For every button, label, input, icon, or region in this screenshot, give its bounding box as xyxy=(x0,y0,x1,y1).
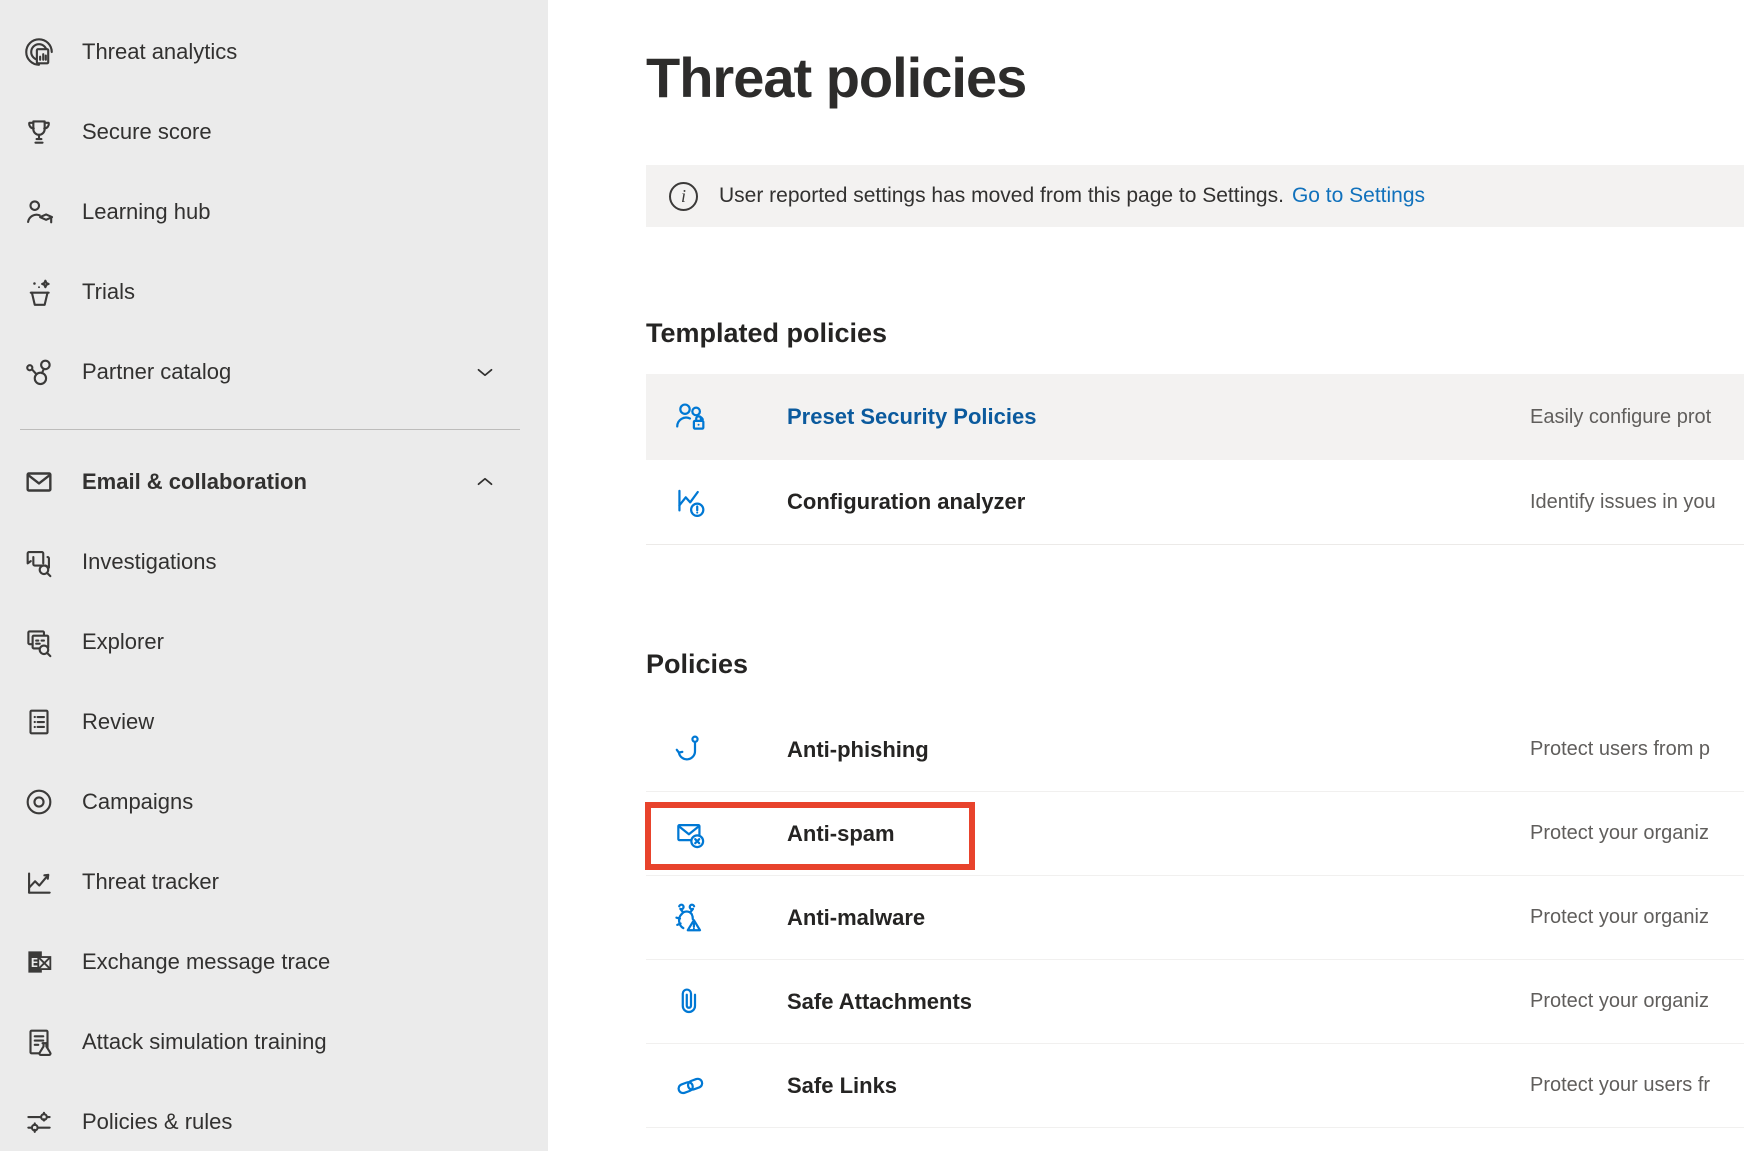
review-icon xyxy=(22,705,56,739)
explorer-icon xyxy=(22,625,56,659)
row-preset-security-policies[interactable]: Preset Security Policies Easily configur… xyxy=(646,374,1744,460)
configuration-analyzer-icon xyxy=(670,482,710,522)
learning-hub-icon xyxy=(22,195,56,229)
sidebar-item-label: Learning hub xyxy=(82,199,210,225)
info-banner: i User reported settings has moved from … xyxy=(646,165,1744,227)
sidebar-item-label: Attack simulation training xyxy=(82,1029,327,1055)
trophy-icon xyxy=(22,115,56,149)
sidebar-item-label: Secure score xyxy=(82,119,212,145)
sidebar-section-label: Email & collaboration xyxy=(82,469,307,495)
row-safe-attachments[interactable]: Safe Attachments Protect your organiz xyxy=(646,960,1744,1044)
policies-rules-icon xyxy=(22,1105,56,1139)
threat-analytics-icon xyxy=(22,35,56,69)
sidebar-item-label: Exchange message trace xyxy=(82,949,330,975)
row-label: Anti-phishing xyxy=(787,737,1530,763)
row-label: Safe Attachments xyxy=(787,989,1530,1015)
row-description: Protect your organiz xyxy=(1530,990,1744,1013)
row-anti-phishing[interactable]: Anti-phishing Protect users from p xyxy=(646,708,1744,792)
sidebar-item-review[interactable]: Review xyxy=(0,682,548,762)
sidebar-item-label: Threat analytics xyxy=(82,39,237,65)
row-description: Easily configure prot xyxy=(1530,406,1744,429)
sidebar-item-label: Policies & rules xyxy=(82,1109,232,1135)
sidebar-item-label: Trials xyxy=(82,279,135,305)
sidebar-item-campaigns[interactable]: Campaigns xyxy=(0,762,548,842)
safe-links-icon xyxy=(670,1066,710,1106)
row-anti-malware[interactable]: Anti-malware Protect your organiz xyxy=(646,876,1744,960)
sidebar-item-policies-rules[interactable]: Policies & rules xyxy=(0,1082,548,1151)
row-description: Protect your users fr xyxy=(1530,1074,1744,1097)
sidebar-item-label: Explorer xyxy=(82,629,164,655)
row-description: Protect users from p xyxy=(1530,738,1744,761)
threat-tracker-icon xyxy=(22,865,56,899)
section-heading-templated-policies: Templated policies xyxy=(646,318,1744,348)
sidebar-item-investigations[interactable]: Investigations xyxy=(0,522,548,602)
app-window: Threat analytics Secure score Learning h… xyxy=(0,0,1744,1151)
sidebar-item-secure-score[interactable]: Secure score xyxy=(0,92,548,172)
sidebar-divider xyxy=(20,429,520,430)
sidebar-item-label: Campaigns xyxy=(82,789,193,815)
row-safe-links[interactable]: Safe Links Protect your users fr xyxy=(646,1044,1744,1128)
sidebar-item-explorer[interactable]: Explorer xyxy=(0,602,548,682)
anti-spam-icon xyxy=(670,814,710,854)
sidebar-section-email-collaboration[interactable]: Email & collaboration xyxy=(0,442,548,522)
main-content: Threat policies i User reported settings… xyxy=(548,0,1744,1151)
sidebar-item-label: Investigations xyxy=(82,549,217,575)
safe-attachments-icon xyxy=(670,982,710,1022)
page-title: Threat policies xyxy=(646,50,1744,106)
row-anti-spam[interactable]: Anti-spam Protect your organiz xyxy=(646,792,1744,876)
sidebar-item-label: Partner catalog xyxy=(82,359,231,385)
banner-message: User reported settings has moved from th… xyxy=(719,184,1284,208)
trials-icon xyxy=(22,275,56,309)
sidebar-item-trials[interactable]: Trials xyxy=(0,252,548,332)
exchange-icon: E xyxy=(22,945,56,979)
row-description: Identify issues in you xyxy=(1530,491,1744,514)
chevron-down-icon[interactable] xyxy=(472,359,498,385)
sidebar-item-partner-catalog[interactable]: Partner catalog xyxy=(0,332,548,412)
sidebar-item-learning-hub[interactable]: Learning hub xyxy=(0,172,548,252)
section-heading-policies: Policies xyxy=(646,649,1744,679)
sidebar-item-label: Threat tracker xyxy=(82,869,219,895)
row-configuration-analyzer[interactable]: Configuration analyzer Identify issues i… xyxy=(646,460,1744,545)
row-label: Anti-malware xyxy=(787,905,1530,931)
row-description: Protect your organiz xyxy=(1530,906,1744,929)
row-label: Anti-spam xyxy=(787,821,1530,847)
anti-malware-icon xyxy=(670,898,710,938)
row-description: Protect your organiz xyxy=(1530,822,1744,845)
sidebar-item-threat-analytics[interactable]: Threat analytics xyxy=(0,12,548,92)
sidebar-item-exchange-message-trace[interactable]: E Exchange message trace xyxy=(0,922,548,1002)
attack-simulation-icon xyxy=(22,1025,56,1059)
sidebar-item-label: Review xyxy=(82,709,154,735)
sidebar-item-attack-simulation-training[interactable]: Attack simulation training xyxy=(0,1002,548,1082)
email-icon xyxy=(22,465,56,499)
info-icon: i xyxy=(669,182,698,211)
row-label: Configuration analyzer xyxy=(787,489,1530,515)
campaigns-icon xyxy=(22,785,56,819)
templated-policies-list: Preset Security Policies Easily configur… xyxy=(646,374,1744,545)
investigations-icon xyxy=(22,545,56,579)
anti-phishing-icon xyxy=(670,730,710,770)
preset-security-policies-icon xyxy=(670,397,710,437)
go-to-settings-link[interactable]: Go to Settings xyxy=(1292,184,1425,208)
partner-catalog-icon xyxy=(22,355,56,389)
chevron-up-icon[interactable] xyxy=(472,469,498,495)
row-label: Preset Security Policies xyxy=(787,404,1530,430)
sidebar-item-threat-tracker[interactable]: Threat tracker xyxy=(0,842,548,922)
sidebar: Threat analytics Secure score Learning h… xyxy=(0,0,548,1151)
policies-list: Anti-phishing Protect users from p Anti-… xyxy=(646,708,1744,1128)
row-label: Safe Links xyxy=(787,1073,1530,1099)
